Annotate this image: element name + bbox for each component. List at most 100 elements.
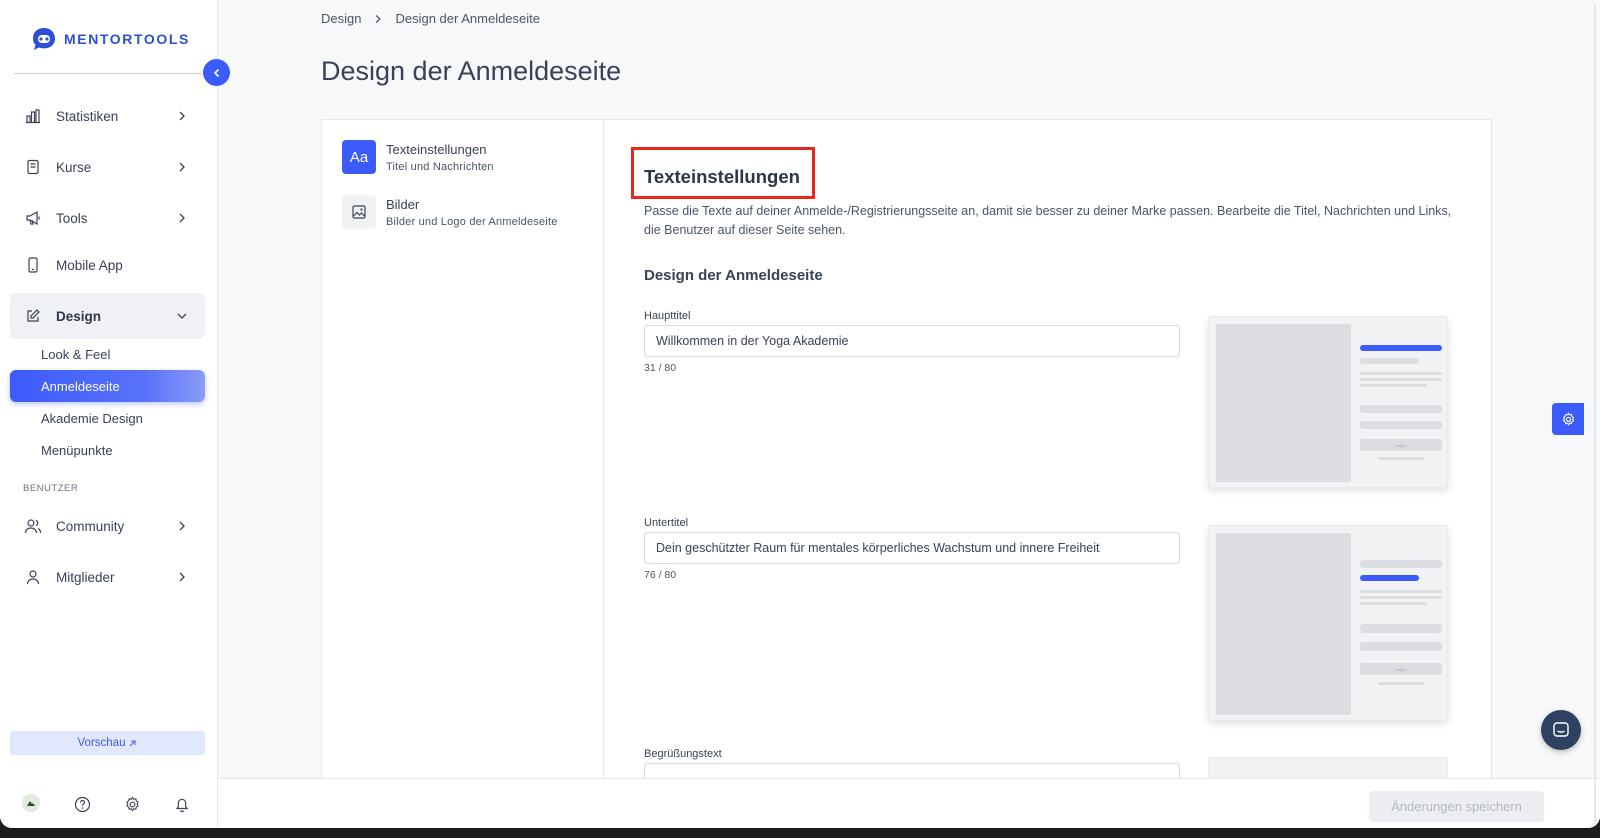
breadcrumb-design-link[interactable]: Design <box>321 11 361 26</box>
haupttitel-preview: Log in <box>1208 316 1448 488</box>
preview-image-placeholder <box>1216 324 1351 482</box>
tab-subtitle: Titel und Nachrichten <box>386 161 494 173</box>
preview-text-line <box>1360 590 1442 593</box>
sidebar-subitem-akademie-design[interactable]: Akademie Design <box>10 402 205 434</box>
breadcrumb: Design Design der Anmeldeseite <box>321 11 540 26</box>
sidebar-item-mobile-app[interactable]: Mobile App <box>10 243 205 287</box>
tab-bilder[interactable]: Bilder Bilder und Logo der Anmeldeseite <box>342 195 558 229</box>
preview-login-button: Log in <box>1360 439 1442 451</box>
settings-card: Aa Texteinstellungen Titel und Nachricht… <box>321 119 1493 797</box>
bell-icon[interactable] <box>172 794 192 814</box>
chat-launcher-button[interactable] <box>1541 710 1581 750</box>
window-scrollbar[interactable] <box>1594 4 1596 824</box>
tab-texteinstellungen[interactable]: Aa Texteinstellungen Titel und Nachricht… <box>342 140 494 174</box>
book-icon <box>24 158 42 176</box>
chevron-right-icon <box>376 14 382 23</box>
bar-chart-icon <box>24 107 42 125</box>
preview-text-line <box>1360 384 1427 387</box>
field-label-begruessungstext: Begrüßungstext <box>644 748 722 760</box>
sidebar-subitem-label: Akademie Design <box>41 410 143 426</box>
preview-input-bar <box>1360 624 1442 633</box>
preview-subtitle-bar <box>1360 575 1419 581</box>
sidebar-item-mitglieder[interactable]: Mitglieder <box>10 555 205 599</box>
sidebar-item-design[interactable]: Design <box>10 293 205 339</box>
subsection-title: Design der Anmeldeseite <box>644 267 823 284</box>
sidebar-item-statistiken[interactable]: Statistiken <box>10 94 205 138</box>
phone-icon <box>24 256 42 274</box>
sidebar-item-label: Mitglieder <box>56 569 115 585</box>
preview-label: Vorschau <box>77 737 126 749</box>
sidebar-item-community[interactable]: Community <box>10 504 205 548</box>
preview-subtitle-bar <box>1360 358 1419 364</box>
main-area: Design Design der Anmeldeseite Design de… <box>218 0 1600 828</box>
preview-link-line <box>1378 457 1424 460</box>
sidebar-item-label: Mobile App <box>56 257 123 273</box>
field-label-untertitel: Untertitel <box>644 517 689 529</box>
image-icon <box>342 195 376 229</box>
preview-input-bar <box>1360 421 1442 429</box>
settings-tabs: Aa Texteinstellungen Titel und Nachricht… <box>322 120 604 780</box>
preview-text-line <box>1360 596 1442 599</box>
preview-image-placeholder <box>1216 533 1351 715</box>
brand-logo[interactable]: MENTORTOOLS <box>30 26 190 52</box>
tab-subtitle: Bilder und Logo der Anmeldeseite <box>386 216 558 228</box>
char-counter: 76 / 80 <box>644 569 677 581</box>
sidebar-subitem-look-feel[interactable]: Look & Feel <box>10 338 205 370</box>
edit-icon <box>24 307 42 325</box>
save-changes-button[interactable]: Änderungen speichern <box>1369 791 1544 822</box>
section-description: Passe die Texte auf deiner Anmelde-/Regi… <box>644 204 1452 237</box>
tab-title: Bilder <box>386 197 420 212</box>
char-counter: 31 / 80 <box>644 362 677 374</box>
haupttitel-input[interactable] <box>644 325 1180 357</box>
sidebar-subitem-anmeldeseite[interactable]: Anmeldeseite <box>10 370 205 402</box>
users-icon <box>24 517 42 535</box>
chevron-right-icon <box>179 111 185 121</box>
brand-name: MENTORTOOLS <box>64 31 190 47</box>
breadcrumb-current: Design der Anmeldeseite <box>395 11 540 26</box>
avatar[interactable] <box>22 794 40 812</box>
page-title: Design der Anmeldeseite <box>321 56 622 86</box>
sidebar-subitem-label: Menüpunkte <box>41 442 113 458</box>
section-title: Texteinstellungen <box>644 166 800 187</box>
text-format-icon: Aa <box>342 140 376 174</box>
settings-gear-icon[interactable] <box>122 794 142 814</box>
avatar-image <box>22 794 40 812</box>
untertitel-preview: Log in <box>1208 525 1448 721</box>
chat-icon <box>1553 722 1569 737</box>
sidebar-item-label: Kurse <box>56 159 92 175</box>
preview-login-button: Log in <box>1360 663 1442 675</box>
external-link-icon <box>130 740 136 746</box>
sidebar-divider <box>14 73 202 74</box>
preview-input-bar <box>1360 642 1442 651</box>
sidebar-item-label: Design <box>56 308 102 324</box>
sidebar-item-label: Statistiken <box>56 108 119 124</box>
sidebar-subitem-menuepunkte[interactable]: Menüpunkte <box>10 434 205 466</box>
untertitel-input[interactable] <box>644 532 1180 564</box>
section-label-benutzer: BENUTZER <box>23 483 79 494</box>
app-window: MENTORTOOLS Statistiken Kurse Tools Mobi… <box>0 0 1600 828</box>
sidebar-subitem-label: Look & Feel <box>41 346 111 362</box>
footer-bar: Änderungen speichern <box>218 778 1600 828</box>
preview-text-line <box>1360 602 1427 605</box>
preview-button[interactable]: Vorschau <box>10 731 205 755</box>
sidebar-item-label: Community <box>56 518 125 534</box>
preview-text-line <box>1360 378 1442 381</box>
chevron-right-icon <box>179 572 185 582</box>
user-icon <box>24 568 42 586</box>
settings-gear-icon[interactable] <box>1552 403 1584 435</box>
preview-text-line <box>1360 372 1442 375</box>
sidebar-subitem-label: Anmeldeseite <box>41 378 120 394</box>
chevron-right-icon <box>179 162 185 172</box>
preview-title-bar <box>1360 560 1442 568</box>
help-icon[interactable] <box>72 794 92 814</box>
chevron-down-icon <box>177 313 187 319</box>
preview-title-bar <box>1360 345 1442 351</box>
text-settings-panel: Texteinstellungen Passe die Texte auf de… <box>604 120 1493 797</box>
field-label-haupttitel: Haupttitel <box>644 310 691 322</box>
logo-icon <box>33 28 55 50</box>
sidebar: MENTORTOOLS Statistiken Kurse Tools Mobi… <box>0 0 230 828</box>
sidebar-item-kurse[interactable]: Kurse <box>10 145 205 189</box>
preview-link-line <box>1378 682 1424 685</box>
chevron-right-icon <box>179 213 185 223</box>
sidebar-item-tools[interactable]: Tools <box>10 196 205 240</box>
